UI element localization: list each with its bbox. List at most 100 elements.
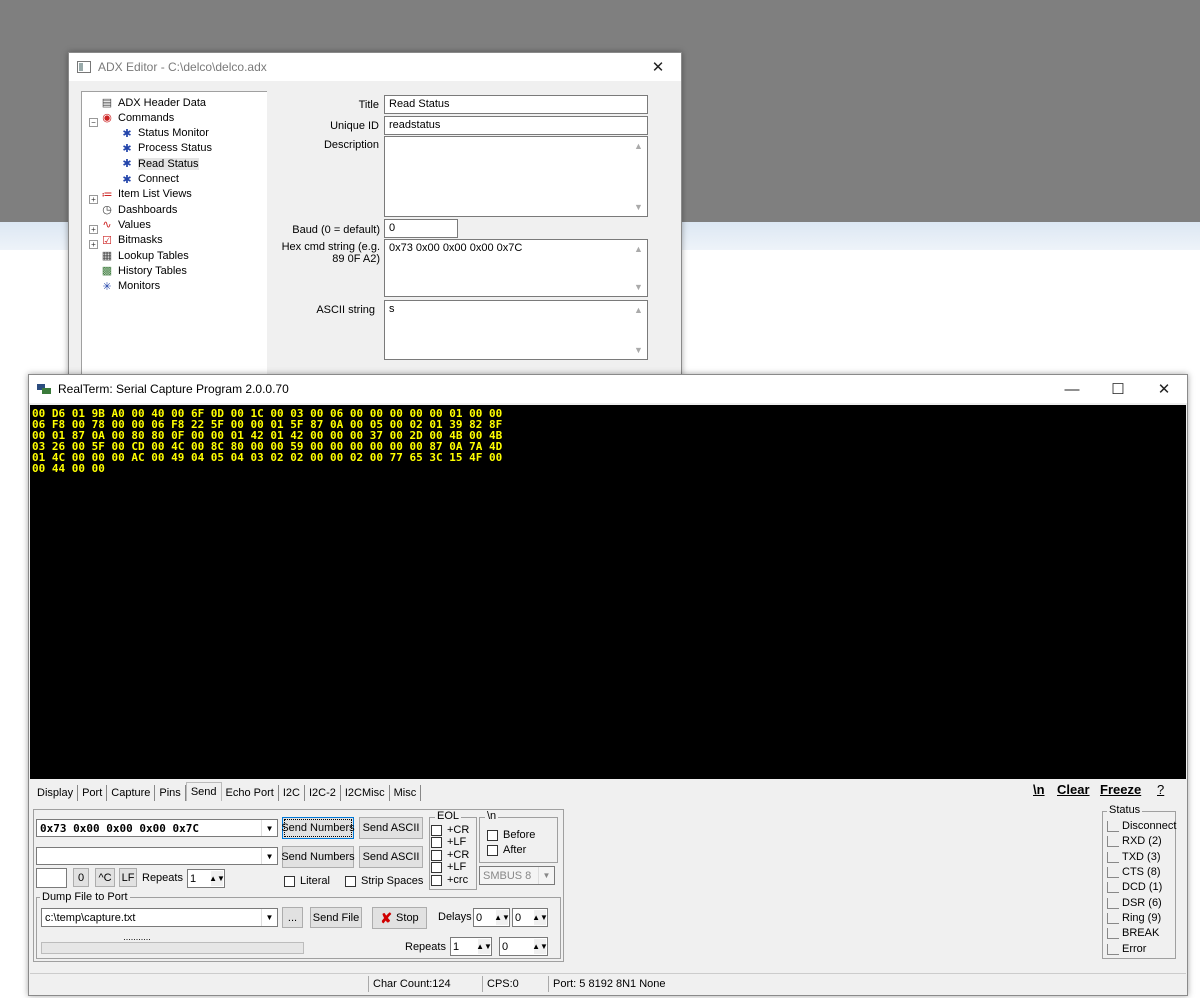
before-checkbox[interactable]: Before: [487, 829, 535, 841]
send-zero-button[interactable]: 0: [73, 868, 89, 887]
eol-cr-checkbox-2[interactable]: +CR: [431, 849, 469, 861]
checkbox-box[interactable]: [345, 875, 356, 887]
send-file-button[interactable]: Send File: [310, 907, 362, 928]
checkbox-box[interactable]: [487, 829, 498, 841]
checkbox-box[interactable]: [431, 836, 442, 848]
repeats-spinner[interactable]: 1 ▲▼: [187, 869, 225, 888]
tab-send[interactable]: Send: [185, 782, 222, 801]
delay-spinner-1[interactable]: 0 ▲▼: [473, 908, 510, 927]
strip-spaces-checkbox[interactable]: Strip Spaces: [345, 875, 423, 887]
tree-item[interactable]: ▤ ADX Header Data: [100, 95, 206, 110]
checkbox-box[interactable]: [284, 875, 295, 887]
send-number-input-2[interactable]: ▼: [36, 847, 278, 865]
tree-expander-item-list-views[interactable]: +: [89, 195, 98, 204]
chevron-down-icon[interactable]: ▼: [261, 848, 277, 864]
send-numbers-button-1[interactable]: Send Numbers: [281, 817, 355, 839]
tree-item[interactable]: ◷ Dashboards: [100, 202, 177, 217]
dump-repeats-spinner-2[interactable]: 0 ▲▼: [499, 937, 548, 956]
spin-arrows-icon[interactable]: ▲▼: [532, 939, 548, 954]
hex-cmd-scrollbar[interactable]: ▲ ▼: [631, 241, 646, 295]
hex-cmd-label-line1: Hex cmd string (e.g.: [281, 241, 380, 253]
chevron-down-icon[interactable]: ▼: [261, 909, 277, 926]
help-button[interactable]: ?: [1157, 782, 1164, 797]
terminal-output[interactable]: 00 D6 01 9B A0 00 40 00 6F 0D 00 1C 00 0…: [30, 405, 1186, 779]
spin-arrows-icon[interactable]: ▲▼: [532, 910, 548, 925]
smbus-select[interactable]: SMBUS 8 ▼: [479, 866, 555, 885]
checkbox-box[interactable]: [431, 824, 442, 836]
minimize-button[interactable]: —: [1049, 375, 1095, 403]
freeze-button[interactable]: Freeze: [1100, 782, 1141, 797]
dump-repeats-spinner-1[interactable]: 1 ▲▼: [450, 937, 492, 956]
adx-close-button[interactable]: ✕: [635, 53, 681, 81]
tree-item[interactable]: ▩ History Tables: [100, 263, 187, 278]
tree-item[interactable]: ☑ Bitmasks: [100, 233, 163, 248]
spin-arrows-icon[interactable]: ▲▼: [494, 910, 510, 925]
adx-tree-view[interactable]: − + + + ▤ ADX Header Data ◉ Commands ✱ Status…: [81, 91, 267, 393]
checkbox-box[interactable]: [487, 844, 498, 856]
tab-capture[interactable]: Capture: [107, 785, 156, 801]
tab-i2c-2[interactable]: I2C-2: [305, 785, 341, 801]
tab-misc[interactable]: Misc: [390, 785, 422, 801]
send-ascii-button-1[interactable]: Send ASCII: [359, 817, 423, 839]
tree-item[interactable]: ✱ Process Status: [120, 141, 212, 156]
realterm-titlebar[interactable]: RealTerm: Serial Capture Program 2.0.0.7…: [29, 375, 1187, 403]
description-textarea[interactable]: ▲ ▼: [384, 136, 648, 217]
tab-echo-port[interactable]: Echo Port: [222, 785, 279, 801]
tab-port[interactable]: Port: [78, 785, 108, 801]
spin-arrows-icon[interactable]: ▲▼: [476, 939, 492, 954]
literal-checkbox[interactable]: Literal: [284, 875, 330, 887]
tree-item[interactable]: ≔ Item List Views: [100, 187, 192, 202]
checkbox-box[interactable]: [431, 849, 442, 861]
after-checkbox[interactable]: After: [487, 844, 526, 856]
tree-expander-values[interactable]: +: [89, 225, 98, 234]
ascii-string-scrollbar[interactable]: ▲ ▼: [631, 302, 646, 358]
tree-expander-commands[interactable]: −: [89, 118, 98, 127]
send-ctrl-c-button[interactable]: ^C: [95, 868, 115, 887]
ascii-string-textarea[interactable]: s ▲ ▼: [384, 300, 648, 360]
eol-lf-checkbox-1[interactable]: +LF: [431, 836, 466, 848]
tree-item[interactable]: ✱ Status Monitor: [120, 126, 209, 141]
send-ascii-button-2[interactable]: Send ASCII: [359, 846, 423, 868]
checkbox-box[interactable]: [431, 861, 442, 873]
tree-item[interactable]: ✳ Monitors: [100, 279, 160, 294]
eol-lf-checkbox-2[interactable]: +LF: [431, 861, 466, 873]
spin-arrows-icon[interactable]: ▲▼: [209, 871, 225, 886]
stop-button[interactable]: ✘ Stop: [372, 907, 427, 929]
tree-item[interactable]: ▦ Lookup Tables: [100, 248, 189, 263]
tree-item[interactable]: ✱ Connect: [120, 172, 179, 187]
chevron-down-icon[interactable]: ▼: [538, 867, 554, 884]
command-icon: ✱: [122, 173, 132, 186]
newline-toggle-button[interactable]: \n: [1033, 782, 1045, 797]
eol-crc-checkbox[interactable]: +crc: [431, 874, 468, 886]
delay-spinner-2[interactable]: 0 ▲▼: [512, 908, 548, 927]
adx-titlebar[interactable]: ADX Editor - C:\delco\delco.adx ✕: [69, 53, 681, 81]
hex-cmd-textarea[interactable]: 0x73 0x00 0x00 0x00 0x7C ▲ ▼: [384, 239, 648, 297]
close-button[interactable]: ✕: [1141, 375, 1187, 403]
clear-button[interactable]: Clear: [1057, 782, 1090, 797]
tree-item[interactable]: ◉ Commands: [100, 110, 174, 125]
tree-item[interactable]: ✱ Read Status: [120, 156, 199, 171]
tree-item[interactable]: ∿ Values: [100, 217, 150, 232]
eol-cr-checkbox-1[interactable]: +CR: [431, 824, 469, 836]
browse-file-button[interactable]: ...: [282, 907, 303, 928]
tab-pins[interactable]: Pins: [155, 785, 186, 801]
maximize-button[interactable]: ☐: [1095, 375, 1141, 403]
status-label: BREAK: [1122, 927, 1160, 939]
send-number-input-1[interactable]: 0x73 0x00 0x00 0x00 0x7C ▼: [36, 819, 278, 837]
send-numbers-button-2[interactable]: Send Numbers: [281, 846, 355, 868]
checkbox-box[interactable]: [431, 874, 442, 886]
tree-expander-bitmasks[interactable]: +: [89, 240, 98, 249]
tab-i2c[interactable]: I2C: [279, 785, 305, 801]
tab-i2cmisc[interactable]: I2CMisc: [341, 785, 390, 801]
title-input[interactable]: Read Status: [384, 95, 648, 114]
unique-id-input[interactable]: readstatus: [384, 116, 648, 135]
char-input[interactable]: [36, 868, 67, 888]
dump-file-path-input[interactable]: c:\temp\capture.txt ▼: [41, 908, 278, 927]
dashboard-icon: ◷: [102, 204, 112, 217]
adx-window-title: ADX Editor - C:\delco\delco.adx: [98, 60, 267, 74]
chevron-down-icon[interactable]: ▼: [261, 820, 277, 836]
tab-display[interactable]: Display: [33, 785, 79, 801]
send-lf-button[interactable]: LF: [119, 868, 137, 887]
description-scrollbar[interactable]: ▲ ▼: [631, 138, 646, 215]
baud-input[interactable]: 0: [384, 219, 458, 238]
